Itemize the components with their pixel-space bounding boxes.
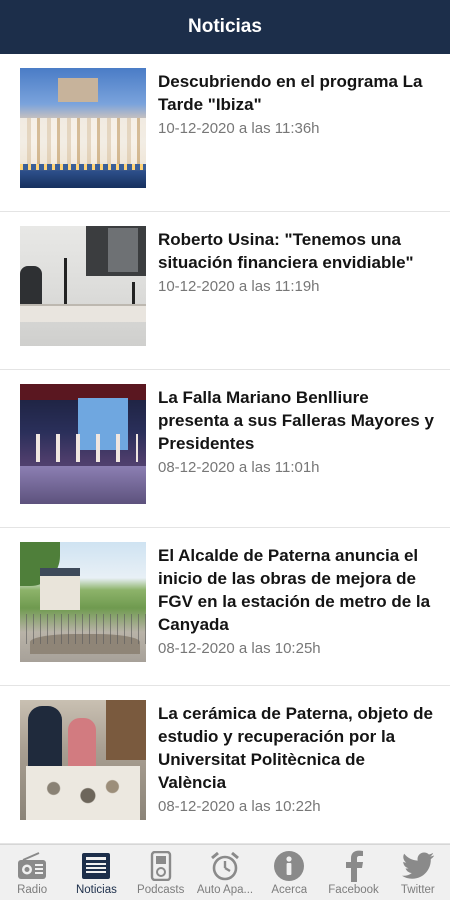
info-icon xyxy=(271,849,307,883)
news-title[interactable]: Roberto Usina: "Tenemos una situación fi… xyxy=(158,228,434,274)
news-item[interactable]: Descubriendo en el programa La Tarde "Ib… xyxy=(0,54,450,212)
news-date: 10-12-2020 a las 11:19h xyxy=(158,278,320,295)
news-date: 08-12-2020 a las 11:01h xyxy=(158,459,320,476)
news-thumbnail[interactable] xyxy=(20,68,146,188)
news-date: 10-12-2020 a las 11:36h xyxy=(158,120,320,137)
bottom-tab-bar: Radio Noticias Podcasts Auto Apa... Acer… xyxy=(0,844,450,900)
tab-facebook[interactable]: Facebook xyxy=(321,845,385,900)
news-item[interactable]: Roberto Usina: "Tenemos una situación fi… xyxy=(0,212,450,370)
tab-podcasts[interactable]: Podcasts xyxy=(129,845,193,900)
tab-twitter[interactable]: Twitter xyxy=(386,845,450,900)
news-title[interactable]: La Falla Mariano Benlliure presenta a su… xyxy=(158,386,434,455)
news-thumbnail[interactable] xyxy=(20,700,146,820)
news-date: 08-12-2020 a las 10:25h xyxy=(158,640,321,657)
news-thumbnail[interactable] xyxy=(20,226,146,346)
tab-radio[interactable]: Radio xyxy=(0,845,64,900)
news-item[interactable]: La cerámica de Paterna, objeto de estudi… xyxy=(0,686,450,844)
news-item[interactable]: El Alcalde de Paterna anuncia el inicio … xyxy=(0,528,450,686)
tab-label: Auto Apa... xyxy=(196,884,254,896)
news-title[interactable]: Descubriendo en el programa La Tarde "Ib… xyxy=(158,70,434,116)
tab-label: Facebook xyxy=(328,884,379,896)
twitter-icon xyxy=(400,849,436,883)
news-thumbnail[interactable] xyxy=(20,384,146,504)
app-header: Noticias xyxy=(0,0,450,54)
news-item[interactable]: La Falla Mariano Benlliure presenta a su… xyxy=(0,370,450,528)
news-date: 08-12-2020 a las 10:22h xyxy=(158,798,321,815)
news-list: Descubriendo en el programa La Tarde "Ib… xyxy=(0,54,450,844)
news-text: Roberto Usina: "Tenemos una situación fi… xyxy=(158,226,434,298)
news-title[interactable]: La cerámica de Paterna, objeto de estudi… xyxy=(158,702,434,794)
news-thumbnail[interactable] xyxy=(20,542,146,662)
news-text: El Alcalde de Paterna anuncia el inicio … xyxy=(158,542,434,660)
news-text: Descubriendo en el programa La Tarde "Ib… xyxy=(158,68,434,140)
tab-label: Acerca xyxy=(271,884,308,896)
newspaper-icon xyxy=(78,849,114,883)
page-title: Noticias xyxy=(188,16,262,37)
news-text: La cerámica de Paterna, objeto de estudi… xyxy=(158,700,434,818)
tab-acerca[interactable]: Acerca xyxy=(257,845,321,900)
tab-noticias[interactable]: Noticias xyxy=(64,845,128,900)
tab-label: Radio xyxy=(17,884,48,896)
alarm-clock-icon xyxy=(207,849,243,883)
news-text: La Falla Mariano Benlliure presenta a su… xyxy=(158,384,434,479)
radio-icon xyxy=(14,849,50,883)
facebook-icon xyxy=(336,849,372,883)
tab-label: Noticias xyxy=(75,884,117,896)
tab-label: Twitter xyxy=(400,884,435,896)
podcast-device-icon xyxy=(143,849,179,883)
tab-label: Podcasts xyxy=(137,884,185,896)
tab-auto-apagado[interactable]: Auto Apa... xyxy=(193,845,257,900)
news-title[interactable]: El Alcalde de Paterna anuncia el inicio … xyxy=(158,544,434,636)
